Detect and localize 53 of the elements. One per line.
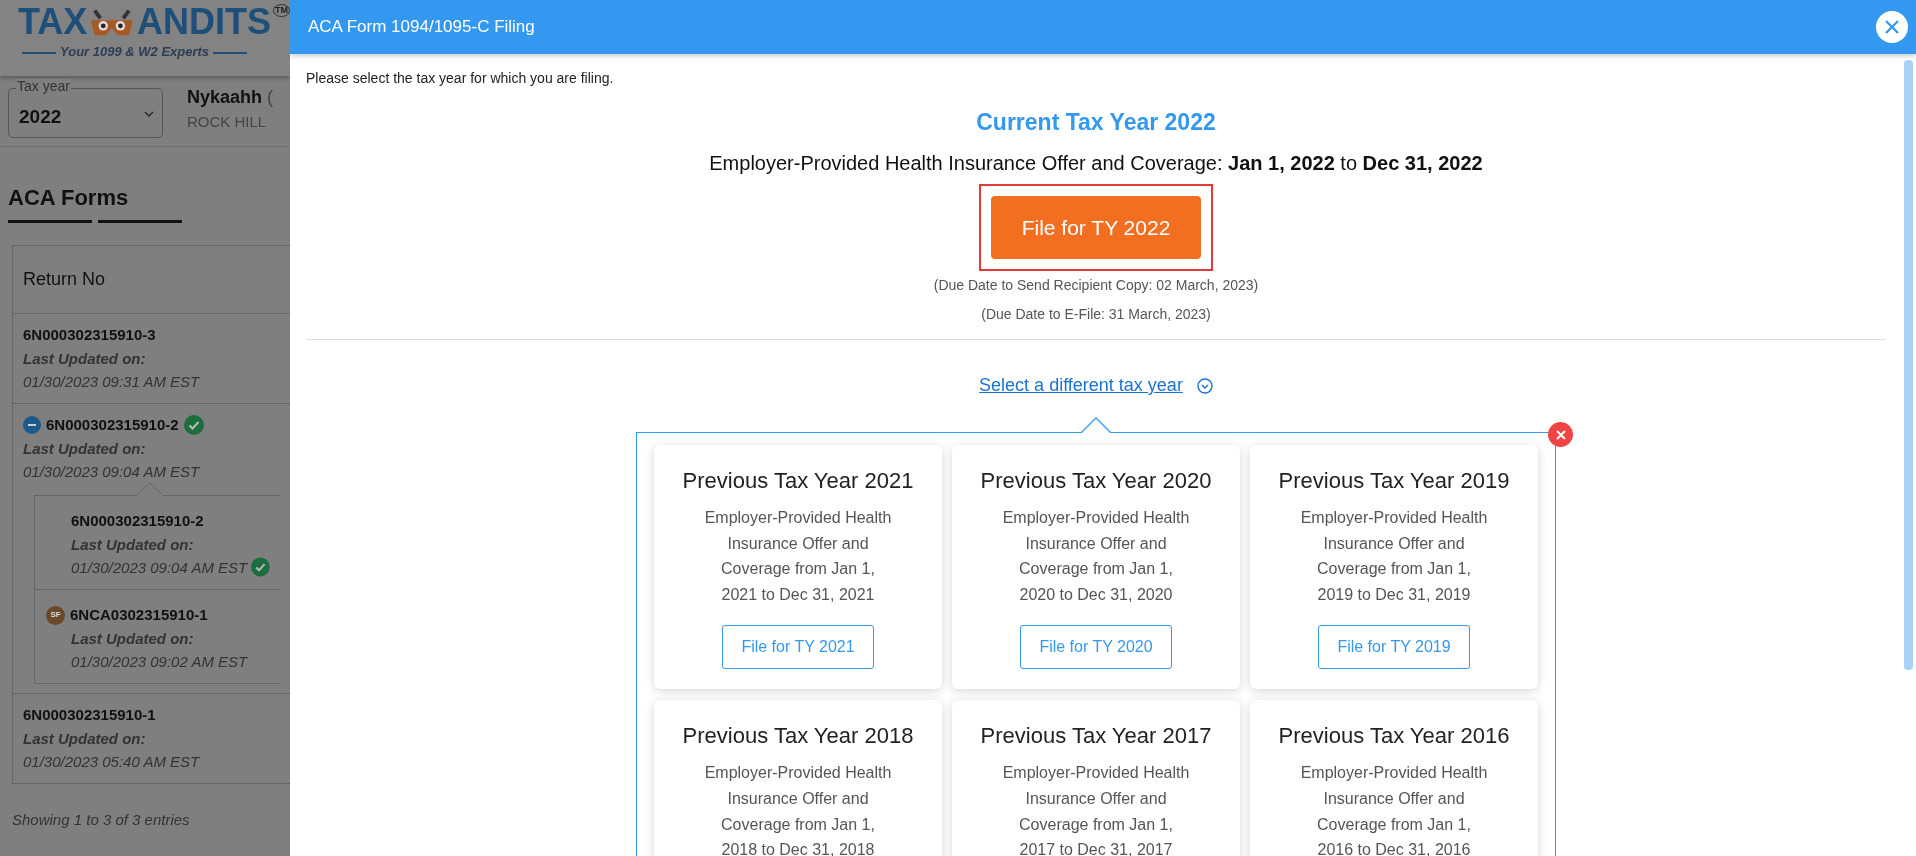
year-description: Employer-Provided Health Insurance Offer and Coverage from Jan 1, 2020 to Dec 31, 2020 (1001, 508, 1191, 605)
year-title: Previous Tax Year 2017 (979, 722, 1213, 751)
last-updated-time: 01/30/2023 09:31 AM EST (23, 371, 200, 392)
current-year-heading: Current Tax Year 2022 (975, 108, 1217, 137)
last-updated-label: Last Updated on: (23, 348, 147, 369)
return-number[interactable]: 6N000302315910-2 (46, 414, 179, 437)
status-badge: SF (46, 605, 65, 625)
due-date-text: (Due Date to E-File: 31 March, 2023) (980, 305, 1212, 324)
last-updated-time: 01/30/2023 09:02 AM EST (71, 651, 248, 672)
dialog-title: ACA Form 1094/1095-C Filing (308, 16, 535, 39)
entries-count: Showing 1 to 3 of 3 entries (12, 810, 191, 830)
last-updated-label: Last Updated on: (71, 534, 195, 555)
year-title: Previous Tax Year 2019 (1277, 467, 1511, 495)
close-panel-button[interactable] (1548, 422, 1573, 447)
instruction-text: Please select the tax year for which you are filing. (306, 69, 615, 88)
last-updated-time: 01/30/2023 09:04 AM EST (23, 461, 200, 482)
file-year-button[interactable]: File for TY 2019 (1318, 625, 1470, 670)
return-number[interactable]: 6N000302315910-3 (23, 324, 156, 347)
chevron-down-icon (144, 111, 154, 117)
last-updated-time: 01/30/2023 09:04 AM EST (71, 557, 248, 578)
return-number[interactable]: 6N000302315910-1 (23, 704, 156, 727)
logo-text: ANDITS (137, 4, 271, 40)
logo-text: TAX (18, 4, 88, 40)
last-updated-label: Last Updated on: (71, 628, 195, 649)
different-year-link[interactable]: Select a different tax year (979, 372, 1183, 399)
close-icon (1555, 429, 1566, 440)
coverage-period-text: Employer-Provided Health Insurance Offer and Coverage: Jan 1, 2022 to Dec 31, 2022 (708, 150, 1484, 176)
year-title: Previous Tax Year 2020 (979, 467, 1213, 495)
file-year-button[interactable]: File for TY 2020 (1020, 625, 1172, 670)
collapse-icon[interactable] (23, 416, 41, 435)
year-title: Previous Tax Year 2021 (681, 467, 915, 495)
last-updated-label: Last Updated on: (23, 438, 147, 459)
close-button[interactable] (1876, 11, 1908, 43)
logo-tagline: Your 1099 & W2 Experts (60, 44, 210, 59)
business-address: ROCK HILL (187, 112, 268, 132)
column-header: Return No (13, 246, 290, 314)
scrollbar-thumb[interactable] (1904, 60, 1913, 670)
business-name: Nykaahh ( (187, 86, 274, 109)
file-current-year-button[interactable]: File for TY 2022 (990, 195, 1202, 259)
year-description: Employer-Provided Health Insurance Offer and Coverage from Jan 1, 2019 to Dec 31, 2019 (1299, 508, 1489, 605)
return-number[interactable]: 6N000302315910-2 (71, 510, 204, 533)
close-icon (1884, 19, 1900, 35)
last-updated-time: 01/30/2023 05:40 AM EST (23, 751, 200, 772)
return-number[interactable]: 6NCA0302315910-1 (70, 604, 208, 627)
last-updated-label: Last Updated on: (23, 728, 147, 749)
year-description: Employer-Provided Health Insurance Offer and Coverage from Jan 1, 2021 to Dec 31, 2021 (703, 508, 893, 605)
chevron-circle-down-icon (1196, 377, 1213, 394)
year-title: Previous Tax Year 2016 (1277, 722, 1511, 751)
file-year-button[interactable]: File for TY 2021 (722, 625, 874, 670)
section-title: ACA Forms (8, 184, 130, 212)
field-label: Tax year (16, 79, 71, 95)
due-date-text: (Due Date to Send Recipient Copy: 02 March, 2023) (932, 276, 1260, 295)
year-title: Previous Tax Year 2018 (681, 722, 915, 751)
